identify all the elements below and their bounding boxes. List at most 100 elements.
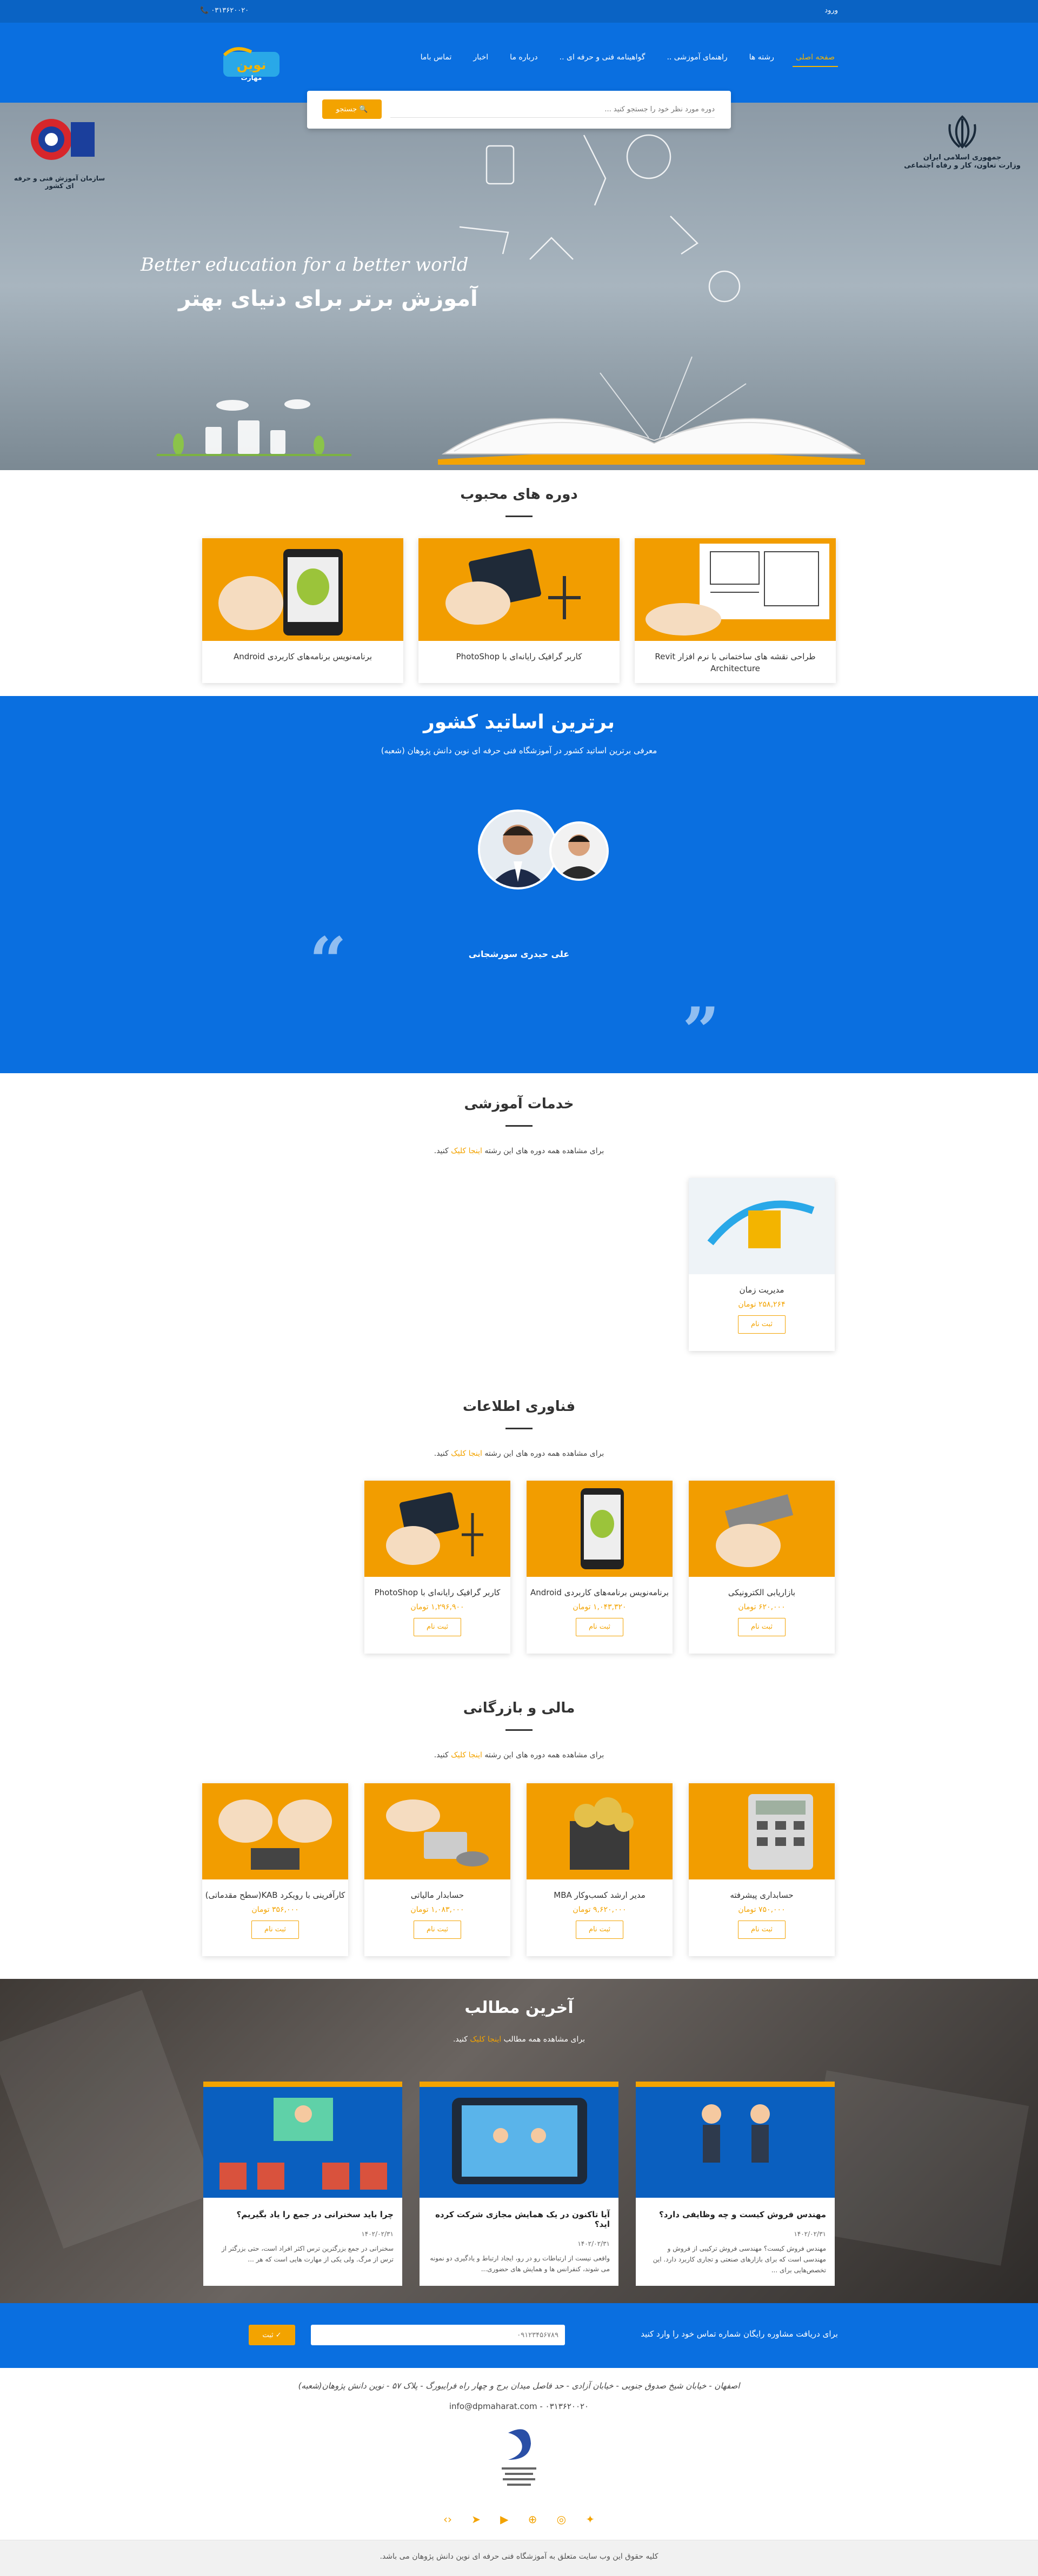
sub-text: کنید. bbox=[434, 1751, 449, 1759]
teachers-title: برترین اساتید کشور bbox=[423, 711, 615, 733]
view-all-link[interactable]: اینجا کلیک bbox=[470, 2035, 501, 2044]
course-title: برنامه‌نویس برنامه‌های کاربردی Android bbox=[530, 1588, 669, 1597]
nav-home[interactable]: صفحه اصلی bbox=[792, 49, 838, 67]
register-button[interactable]: ثبت نام bbox=[738, 1315, 786, 1334]
nav-news[interactable]: اخبار bbox=[470, 49, 491, 67]
course-title: مدیریت زمان bbox=[739, 1285, 784, 1295]
post-title: چرا باید سخنرانی در جمع را یاد بگیریم؟ bbox=[236, 2210, 394, 2219]
view-all-link[interactable]: اینجا کلیک bbox=[451, 1449, 482, 1458]
course-price: ۱,۰۸۳,۰۰۰ تومان bbox=[410, 1905, 464, 1914]
site-footer: اصفهان - خیابان شیخ صدوق جنوبی - خیابان … bbox=[0, 2368, 1038, 2576]
instagram-icon[interactable]: ◎ bbox=[557, 2513, 566, 2526]
teacher-avatar[interactable] bbox=[478, 809, 558, 889]
register-button[interactable]: ثبت نام bbox=[251, 1921, 299, 1939]
popular-course-card[interactable]: طراحی نقشه های ساختمانی با نرم افزار Rev… bbox=[635, 538, 836, 683]
post-image bbox=[420, 2082, 618, 2198]
sub-text: برای مشاهده همه دوره های این رشته bbox=[484, 1449, 604, 1458]
teacher-name: علی حیدری سورشجانی bbox=[468, 949, 570, 959]
search-button[interactable]: 🔍 جستجو bbox=[322, 99, 382, 119]
twitter-icon[interactable]: ✦ bbox=[585, 2513, 595, 2526]
share-icon[interactable]: ‹› bbox=[443, 2513, 452, 2526]
telegram-icon[interactable]: ➤ bbox=[471, 2513, 481, 2526]
edu-subtitle: برای مشاهده همه دوره های این رشته اینجا … bbox=[0, 1147, 1038, 1155]
sub-text: کنید. bbox=[434, 1449, 449, 1458]
register-button[interactable]: ثبت نام bbox=[738, 1618, 786, 1636]
consult-label: برای دریافت مشاوره رایگان شماره تماس خود… bbox=[641, 2329, 838, 2339]
teacher-avatar[interactable] bbox=[549, 821, 609, 881]
enamad-badge[interactable] bbox=[492, 2422, 546, 2498]
sub-text: کنید. bbox=[453, 2035, 468, 2044]
footer-address: اصفهان - خیابان شیخ صدوق جنوبی - خیابان … bbox=[298, 2381, 740, 2391]
main-nav: صفحه اصلی رشته ها راهنمای آموزشی .. گواه… bbox=[417, 49, 838, 67]
view-all-link[interactable]: اینجا کلیک bbox=[451, 1751, 482, 1759]
finance-title: مالی و بازرگانی bbox=[463, 1700, 575, 1716]
tvto-emblem-icon bbox=[31, 119, 95, 160]
nav-contact[interactable]: تماس باما bbox=[417, 49, 455, 67]
course-card[interactable]: حسابدار مالیاتی ۱,۰۸۳,۰۰۰ تومان ثبت نام bbox=[364, 1783, 510, 1956]
nav-guide[interactable]: راهنمای آموزشی .. bbox=[663, 49, 730, 67]
search-box: 🔍 جستجو bbox=[307, 91, 731, 129]
register-button[interactable]: ثبت نام bbox=[738, 1921, 786, 1939]
copyright: کلیه حقوق این وب سایت متعلق به آموزشگاه … bbox=[0, 2540, 1038, 2576]
register-button[interactable]: ثبت نام bbox=[414, 1618, 461, 1636]
popular-divider bbox=[505, 516, 533, 517]
phone-text: ۰۳۱۳۶۲۰۰۲۰ bbox=[211, 6, 249, 15]
course-card[interactable]: کارآفرینی با رویکرد KAB(سطح مقدماتی) ۳۵۶… bbox=[202, 1783, 348, 1956]
search-button-label: جستجو bbox=[336, 105, 357, 113]
phone-input[interactable] bbox=[311, 2325, 565, 2345]
course-card[interactable]: برنامه‌نویس برنامه‌های کاربردی Android ۱… bbox=[527, 1481, 673, 1654]
register-button[interactable]: ثبت نام bbox=[576, 1921, 623, 1939]
nav-certificate[interactable]: گواهینامه فنی و حرفه ای .. bbox=[556, 49, 649, 67]
latest-posts-section: آخرین مطالب برای مشاهده همه مطالب اینجا … bbox=[0, 1979, 1038, 2303]
view-all-link[interactable]: اینجا کلیک bbox=[451, 1147, 482, 1155]
submit-phone-button[interactable]: ✓ ثبت bbox=[249, 2325, 295, 2345]
it-divider bbox=[505, 1428, 533, 1429]
phone-number: 📞 ۰۳۱۳۶۲۰۰۲۰ bbox=[200, 6, 249, 15]
course-card[interactable]: مدیریت زمان ۲۵۸,۲۶۴ تومان ثبت نام bbox=[689, 1178, 835, 1351]
nav-majors[interactable]: رشته ها bbox=[746, 49, 777, 67]
popular-course-card[interactable]: کاربر گرافیک رایانه‌ای با PhotoShop bbox=[418, 538, 620, 683]
register-button[interactable]: ثبت نام bbox=[576, 1618, 623, 1636]
course-thumbnail bbox=[418, 538, 620, 641]
quote-open-icon: “ bbox=[309, 923, 347, 999]
course-thumbnail bbox=[689, 1178, 835, 1274]
course-price: ۷۵۰,۰۰۰ تومان bbox=[738, 1905, 786, 1914]
post-card[interactable]: چرا باید سخنرانی در جمع را یاد بگیریم؟ ۱… bbox=[203, 2082, 402, 2286]
course-price: ۱,۰۴۳,۳۲۰ تومان bbox=[573, 1603, 627, 1611]
site-logo[interactable]: نوین مهارت bbox=[219, 44, 284, 83]
footer-contact: info@dpmaharat.com - ۰۳۱۳۶۲۰۰۲۰ bbox=[449, 2401, 589, 2411]
open-book-illustration bbox=[438, 356, 865, 465]
register-button[interactable]: ثبت نام bbox=[414, 1921, 461, 1939]
course-thumbnail bbox=[202, 1783, 348, 1879]
youtube-icon[interactable]: ▶ bbox=[500, 2513, 508, 2526]
search-input[interactable] bbox=[390, 102, 715, 118]
course-thumbnail bbox=[689, 1783, 835, 1879]
login-link[interactable]: ورود bbox=[824, 6, 838, 15]
course-card[interactable]: حسابداری پیشرفته ۷۵۰,۰۰۰ تومان ثبت نام bbox=[689, 1783, 835, 1956]
edu-title: خدمات آموزشی bbox=[464, 1096, 574, 1112]
course-card[interactable]: مدیر ارشد کسب‌وکار MBA ۹,۶۲۰,۰۰۰ تومان ث… bbox=[527, 1783, 673, 1956]
course-thumbnail bbox=[689, 1481, 835, 1577]
hero-banner: سازمان آموزش فنی و حرفه ای کشور جمهوری ا… bbox=[0, 103, 1038, 470]
course-price: ۹,۶۲۰,۰۰۰ تومان bbox=[573, 1905, 627, 1914]
finance-subtitle: برای مشاهده همه دوره های این رشته اینجا … bbox=[0, 1751, 1038, 1759]
post-card[interactable]: مهندس فروش کیست و چه وظایفی دارد؟ ۱۴۰۲/۰… bbox=[636, 2082, 835, 2286]
search-icon: 🔍 bbox=[359, 105, 368, 113]
course-card[interactable]: کاربر گرافیک رایانه‌ای با PhotoShop ۱,۲۹… bbox=[364, 1481, 510, 1654]
popular-course-card[interactable]: برنامه‌نویس برنامه‌های کاربردی Android bbox=[202, 538, 403, 683]
pinterest-icon[interactable]: ⊕ bbox=[528, 2513, 537, 2526]
post-image bbox=[203, 2082, 402, 2198]
course-thumbnail bbox=[527, 1481, 673, 1577]
course-card[interactable]: بازاریابی الکترونیکی ۶۲۰,۰۰۰ تومان ثبت ن… bbox=[689, 1481, 835, 1654]
sub-text: برای مشاهده همه دوره های این رشته bbox=[484, 1751, 604, 1759]
submit-label: ثبت bbox=[262, 2331, 274, 2339]
course-title: کاربر گرافیک رایانه‌ای با PhotoShop bbox=[374, 1588, 501, 1597]
ministry-line-1: جمهوری اسلامی ایران bbox=[923, 153, 1002, 162]
post-card[interactable]: آیا تاکنون در یک همایش مجازی شرکت کرده ا… bbox=[420, 2082, 618, 2286]
nav-about[interactable]: درباره ما bbox=[507, 49, 541, 67]
finance-divider bbox=[505, 1729, 533, 1731]
post-excerpt: سخنرانی در جمع بزرگترین ترس اکثر افراد ا… bbox=[221, 2245, 394, 2263]
course-title: مدیر ارشد کسب‌وکار MBA bbox=[554, 1890, 646, 1900]
tvto-logo: سازمان آموزش فنی و حرفه ای کشور bbox=[11, 113, 108, 190]
hero-english-slogan: Better education for a better world bbox=[141, 254, 469, 276]
